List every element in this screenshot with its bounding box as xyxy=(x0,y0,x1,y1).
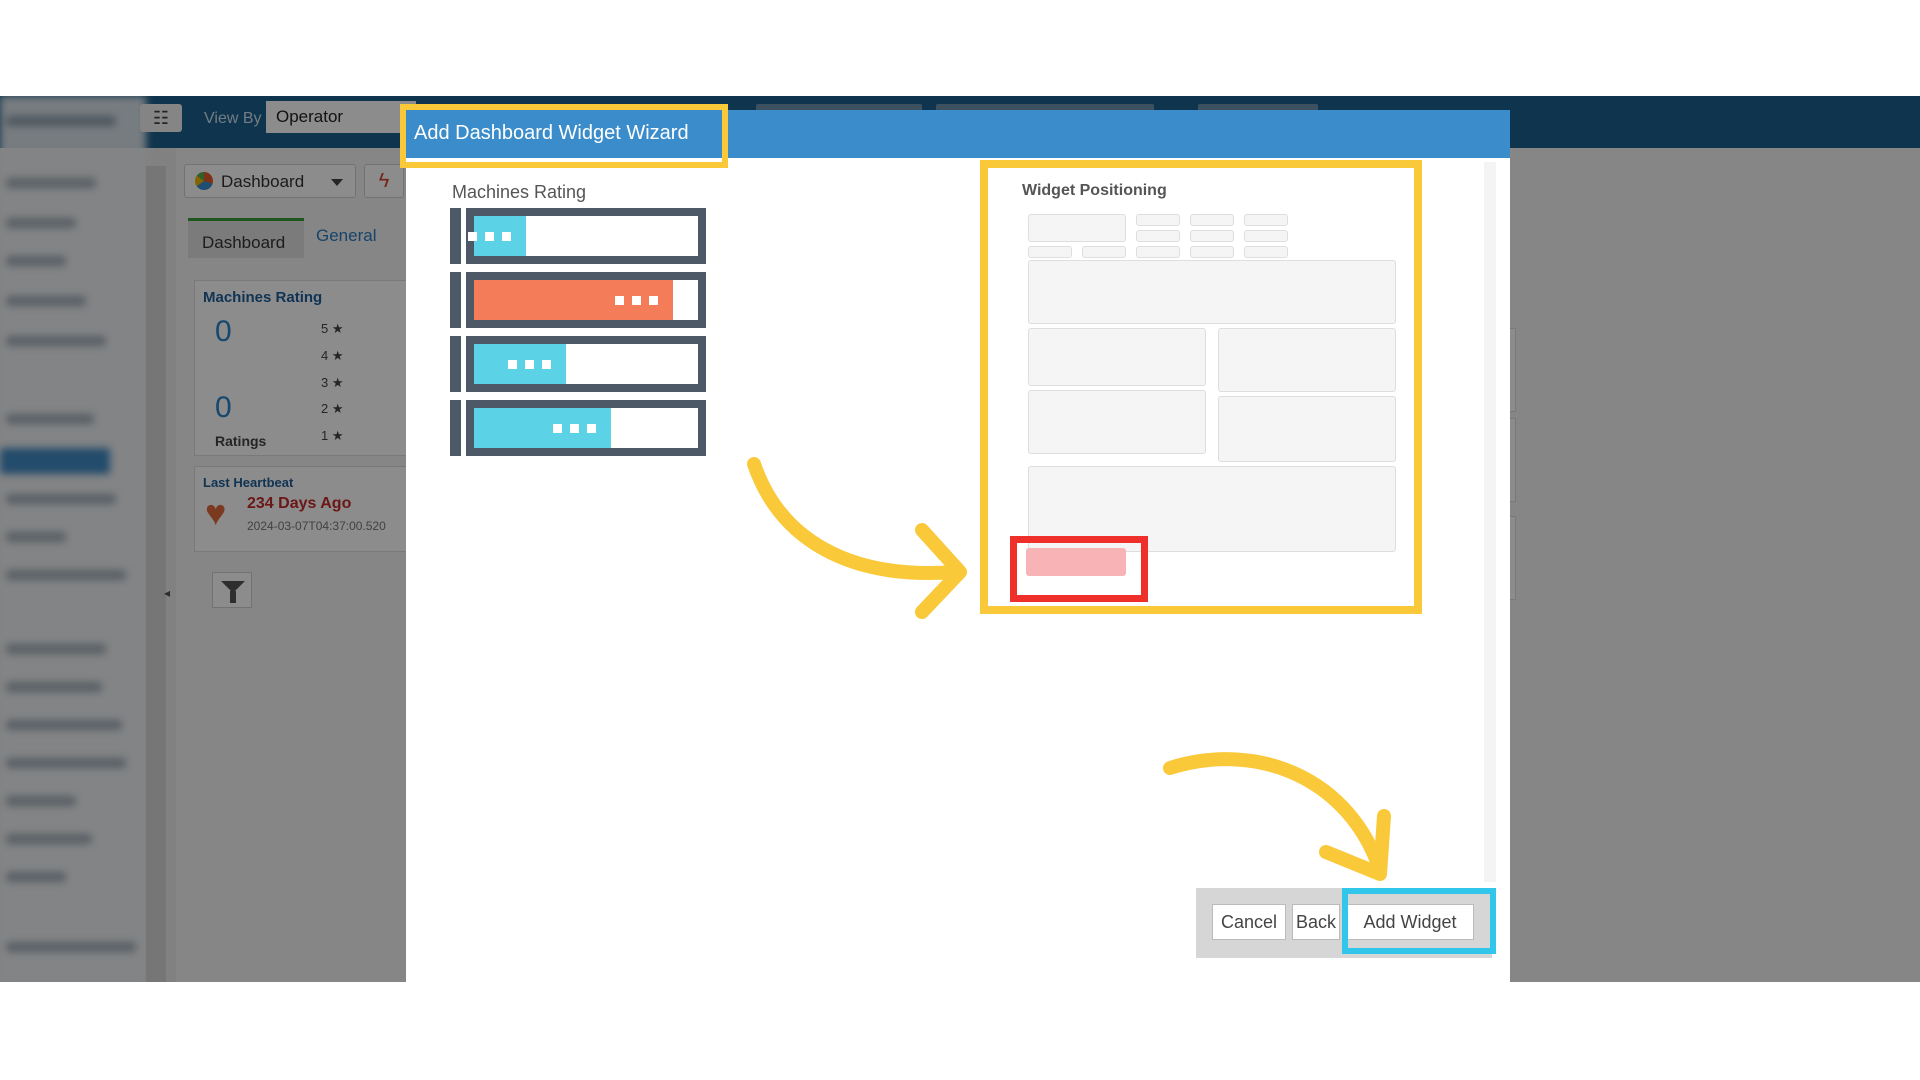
screenshot-stage: ☷ View By Operator ◂ Dashboard ϟ Dashboa… xyxy=(0,0,1920,1080)
layout-slot[interactable] xyxy=(1190,230,1234,242)
layout-slot[interactable] xyxy=(1028,214,1126,242)
modal-scrollbar[interactable] xyxy=(1484,162,1496,882)
layout-slot[interactable] xyxy=(1028,246,1072,258)
layout-slot[interactable] xyxy=(1190,246,1234,258)
back-button[interactable]: Back xyxy=(1292,904,1340,940)
widget-name-label: Machines Rating xyxy=(452,182,587,202)
layout-slot[interactable] xyxy=(1136,214,1180,226)
add-widget-button[interactable]: Add Widget xyxy=(1346,904,1474,940)
layout-slot[interactable] xyxy=(1028,328,1206,386)
add-widget-wizard-modal: Add Dashboard Widget Wizard Machines Rat… xyxy=(406,110,1510,982)
modal-header: Add Dashboard Widget Wizard xyxy=(406,110,1510,158)
rating-bar-illustration xyxy=(450,208,706,266)
widget-placement-preview[interactable] xyxy=(1026,548,1126,576)
rating-bar-illustration xyxy=(450,272,706,330)
layout-slot[interactable] xyxy=(1028,466,1396,552)
rating-bar-illustration xyxy=(450,336,706,394)
layout-slot[interactable] xyxy=(1082,246,1126,258)
widget-positioning-title: Widget Positioning xyxy=(1022,182,1167,199)
layout-slot[interactable] xyxy=(1136,246,1180,258)
layout-slot[interactable] xyxy=(1244,214,1288,226)
layout-slot[interactable] xyxy=(1028,390,1206,454)
cancel-button[interactable]: Cancel xyxy=(1212,904,1286,940)
modal-title: Add Dashboard Widget Wizard xyxy=(414,122,689,144)
layout-slot[interactable] xyxy=(1028,260,1396,324)
rating-bar-illustration xyxy=(450,400,706,458)
layout-slot[interactable] xyxy=(1218,396,1396,462)
layout-slot[interactable] xyxy=(1136,230,1180,242)
layout-slot[interactable] xyxy=(1190,214,1234,226)
layout-slot[interactable] xyxy=(1244,230,1288,242)
layout-slot[interactable] xyxy=(1244,246,1288,258)
layout-slot[interactable] xyxy=(1218,328,1396,392)
modal-footer: Cancel Back Add Widget xyxy=(1196,888,1492,958)
